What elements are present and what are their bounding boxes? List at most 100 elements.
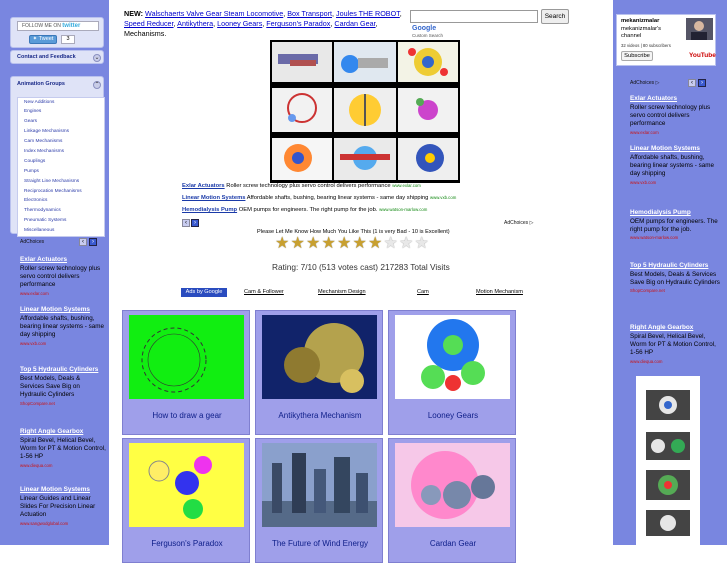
group-link[interactable]: Couplings <box>18 157 104 167</box>
right-ad-title[interactable]: Exlar Actuators <box>630 95 722 103</box>
star-icon[interactable]: ★ <box>384 236 400 252</box>
search-button[interactable]: Search <box>541 9 569 24</box>
gearbox-animation-image[interactable] <box>636 376 700 545</box>
right-ad-title[interactable]: Top 5 Hydraulic Cylinders <box>630 262 722 270</box>
right-adchoices-label[interactable]: AdChoices ▷ <box>630 80 659 86</box>
animation-thumbnail[interactable] <box>395 443 510 527</box>
animation-thumbnail[interactable] <box>262 315 377 399</box>
adchoices-label[interactable]: AdChoices <box>20 239 44 245</box>
star-icon[interactable]: ★ <box>368 236 384 252</box>
animation-tile[interactable]: How to draw a gear <box>122 310 250 435</box>
tweet-button[interactable]: ✦ Tweet <box>29 35 57 44</box>
sponsored-url[interactable]: www.watson-marlow.com <box>379 207 427 212</box>
youtube-logo[interactable]: YouTube <box>689 52 716 59</box>
tile-caption[interactable]: Ferguson's Paradox <box>123 539 251 548</box>
mechanisms-showcase-image[interactable] <box>270 40 460 183</box>
news-link[interactable]: Walschaerts Valve Gear Steam Locomotive <box>145 9 283 18</box>
ad-link[interactable]: Cam <box>417 289 429 295</box>
next-ad-button[interactable]: › <box>89 238 97 246</box>
chevron-down-icon[interactable]: ⌄ <box>93 54 101 62</box>
tile-caption[interactable]: Looney Gears <box>389 411 517 420</box>
news-link[interactable]: Joules THE ROBOT <box>336 9 400 18</box>
left-ad-title[interactable]: Right Angle Gearbox <box>20 428 106 436</box>
animation-tile[interactable]: Ferguson's Paradox <box>122 438 250 563</box>
right-ad-title[interactable]: Hemodialysis Pump <box>630 209 722 217</box>
animation-tile[interactable]: Cardan Gear <box>388 438 516 563</box>
sponsored-title[interactable]: Exlar Actuators <box>182 183 225 189</box>
group-link[interactable]: Index Mechanisms <box>18 147 104 157</box>
star-icon[interactable]: ★ <box>353 236 369 252</box>
tile-caption[interactable]: Antikythera Mechanism <box>256 411 384 420</box>
left-ad-url[interactable]: www.vxb.com <box>20 341 106 346</box>
center-adchoices-label[interactable]: AdChoices ▷ <box>504 220 533 226</box>
group-link[interactable]: Miscellaneous <box>18 227 104 237</box>
star-icon[interactable]: ★ <box>337 236 353 252</box>
sponsored-title[interactable]: Linear Motion Systems <box>182 195 245 201</box>
channel-avatar[interactable] <box>686 18 713 40</box>
left-ad-title[interactable]: Linear Motion Systems <box>20 486 106 494</box>
group-link[interactable]: New Additions <box>18 98 104 108</box>
group-link[interactable]: Thermodynamics <box>18 207 104 217</box>
group-link[interactable]: Cam Mechanisms <box>18 138 104 148</box>
group-link[interactable]: Gears <box>18 118 104 128</box>
contact-box[interactable]: Contact and Feedback ⌄ <box>10 50 104 64</box>
group-link[interactable]: Engines <box>18 108 104 118</box>
group-link[interactable]: Pneumatic Systems <box>18 217 104 227</box>
right-ad-url[interactable]: www.diequa.com <box>630 359 722 364</box>
animation-tile[interactable]: Antikythera Mechanism <box>255 310 383 435</box>
tile-caption[interactable]: How to draw a gear <box>123 411 251 420</box>
channel-name[interactable]: mekanizmalar <box>621 18 659 24</box>
sponsored-title[interactable]: Hemodialysis Pump <box>182 207 237 213</box>
star-icon[interactable]: ★ <box>399 236 415 252</box>
right-ad-title[interactable]: Right Angle Gearbox <box>630 324 722 332</box>
left-ad-url[interactable]: www.diequa.com <box>20 463 106 468</box>
news-link[interactable]: Antikythera <box>177 19 213 28</box>
left-ad-url[interactable]: www.sangwodglobal.com <box>20 521 106 526</box>
right-ad-title[interactable]: Linear Motion Systems <box>630 145 722 153</box>
news-link[interactable]: Ferguson's Paradox <box>266 19 330 28</box>
prev-ad-button[interactable]: ‹ <box>79 238 87 246</box>
animation-thumbnail[interactable] <box>129 315 244 399</box>
sponsored-url[interactable]: www.exlar.com <box>392 183 421 188</box>
group-link[interactable]: Straight Line Mechanisms <box>18 177 104 187</box>
follow-twitter-button[interactable]: FOLLOW ME ON twitter <box>17 21 99 31</box>
next-sponsored-button[interactable]: › <box>191 219 199 227</box>
animation-thumbnail[interactable] <box>129 443 244 527</box>
group-link[interactable]: Pumps <box>18 167 104 177</box>
star-icon[interactable]: ★ <box>306 236 322 252</box>
right-ad-url[interactable]: www.exlar.com <box>630 130 722 135</box>
left-ad-title[interactable]: Top 5 Hydraulic Cylinders <box>20 366 106 374</box>
search-input[interactable] <box>410 10 538 23</box>
contact-link[interactable]: Contact and Feedback <box>17 54 76 60</box>
news-link[interactable]: Cardan Gear <box>334 19 375 28</box>
prev-sponsored-button[interactable]: ‹ <box>182 219 190 227</box>
right-ad-url[interactable]: ShopCompare.net <box>630 288 722 293</box>
animation-thumbnail[interactable] <box>262 443 377 527</box>
star-icon[interactable]: ★ <box>415 236 431 252</box>
group-link[interactable]: Reciprocation Mechanisms <box>18 187 104 197</box>
ads-by-google-label[interactable]: Ads by Google <box>181 288 227 297</box>
animation-thumbnail[interactable] <box>395 315 510 399</box>
ad-link[interactable]: Motion Mechanism <box>476 289 523 295</box>
left-ad-title[interactable]: Exlar Actuators <box>20 256 106 264</box>
right-ad-url[interactable]: www.watson-marlow.com <box>630 235 722 240</box>
group-link[interactable]: Electronics <box>18 197 104 207</box>
animation-tile[interactable]: The Future of Wind Energy <box>255 438 383 563</box>
chevron-up-icon[interactable]: ⌃ <box>93 81 101 89</box>
left-ad-url[interactable]: www.exlar.com <box>20 291 106 296</box>
right-ad-url[interactable]: www.vxb.com <box>630 180 722 185</box>
rating-stars[interactable]: ★★★★★★★★★★ <box>275 235 430 253</box>
group-link[interactable]: Linkage Mechanisms <box>18 128 104 138</box>
left-ad-title[interactable]: Linear Motion Systems <box>20 306 106 314</box>
animation-tile[interactable]: Looney Gears <box>388 310 516 435</box>
sponsored-url[interactable]: www.vxb.com <box>430 195 456 200</box>
news-link[interactable]: Box Transport <box>287 9 332 18</box>
ad-link[interactable]: Mechanism Design <box>318 289 366 295</box>
right-prev-ad-button[interactable]: ‹ <box>688 79 696 87</box>
news-link[interactable]: Speed Reducer <box>124 19 174 28</box>
right-next-ad-button[interactable]: › <box>698 79 706 87</box>
tile-caption[interactable]: The Future of Wind Energy <box>256 539 384 548</box>
left-ad-url[interactable]: ShopCompare.net <box>20 401 106 406</box>
star-icon[interactable]: ★ <box>291 236 307 252</box>
tile-caption[interactable]: Cardan Gear <box>389 539 517 548</box>
